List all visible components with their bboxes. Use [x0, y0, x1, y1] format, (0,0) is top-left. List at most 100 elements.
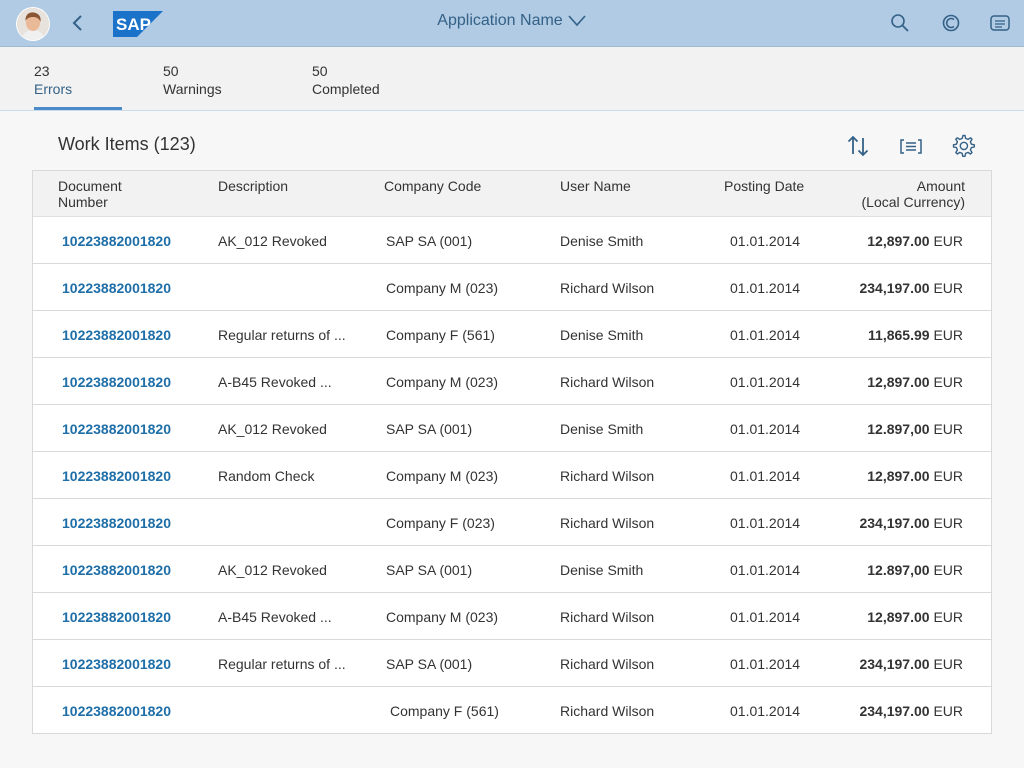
document-number-link[interactable]: 10223882001820	[62, 233, 171, 249]
company-code-cell: Company F (023)	[386, 515, 495, 531]
group-button[interactable]	[898, 133, 924, 159]
currency-label: EUR	[933, 656, 963, 672]
amount-cell: 234,197.00 EUR	[859, 515, 963, 531]
amount-value: 234,197.00	[859, 515, 930, 531]
header-text: Document	[58, 178, 122, 194]
column-header-company-code[interactable]: Company Code	[384, 178, 481, 194]
copilot-icon	[942, 14, 960, 32]
amount-cell: 12.897,00 EUR	[867, 562, 963, 578]
amount-value: 12.897,00	[867, 421, 930, 437]
group-icon	[900, 139, 922, 154]
notifications-icon	[990, 15, 1010, 31]
currency-label: EUR	[933, 233, 963, 249]
column-header-description[interactable]: Description	[218, 178, 288, 194]
description-cell: Regular returns of ...	[218, 327, 346, 343]
table-row[interactable]: 10223882001820 AK_012 Revoked SAP SA (001)…	[33, 546, 991, 593]
company-code-cell: SAP SA (001)	[386, 421, 473, 437]
document-number-link[interactable]: 10223882001820	[62, 374, 171, 390]
table-row[interactable]: 10223882001820 A-B45 Revoked ... Company M…	[33, 593, 991, 640]
document-number-link[interactable]: 10223882001820	[62, 327, 171, 343]
table-row[interactable]: 10223882001820 Random Check Company M (023…	[33, 452, 991, 499]
company-code-cell: Company F (561)	[386, 327, 495, 343]
chevron-down-icon	[568, 15, 586, 27]
tab-completed[interactable]: 50 Completed	[312, 62, 380, 98]
sort-button[interactable]	[845, 133, 871, 159]
tab-errors[interactable]: 23 Errors	[34, 62, 72, 98]
column-header-amount[interactable]: Amount (Local Currency)	[862, 178, 965, 210]
document-number-link[interactable]: 10223882001820	[62, 656, 171, 672]
table-row[interactable]: 10223882001820 Company F (561) Richard Wil…	[33, 687, 991, 733]
company-code-cell: SAP SA (001)	[386, 656, 473, 672]
currency-label: EUR	[933, 515, 963, 531]
tab-label: Warnings	[163, 81, 222, 97]
table-row[interactable]: 10223882001820 A-B45 Revoked ... Company M…	[33, 358, 991, 405]
search-icon	[891, 14, 909, 32]
settings-button[interactable]	[950, 133, 976, 159]
amount-cell: 11,865.99 EUR	[868, 327, 963, 343]
currency-label: EUR	[933, 421, 963, 437]
table-row[interactable]: 10223882001820 Company M (023) Richard Wil…	[33, 264, 991, 311]
amount-cell: 234,197.00 EUR	[859, 280, 963, 296]
user-name-cell: Richard Wilson	[560, 280, 655, 296]
active-tab-indicator	[34, 107, 122, 110]
notifications-button[interactable]	[990, 13, 1010, 33]
amount-cell: 12,897.00 EUR	[867, 468, 963, 484]
company-code-cell: Company M (023)	[386, 280, 499, 296]
column-header-posting-date[interactable]: Posting Date	[724, 178, 804, 194]
document-number-link[interactable]: 10223882001820	[62, 562, 171, 578]
header-text: Number	[58, 194, 108, 210]
document-number-link[interactable]: 10223882001820	[62, 280, 171, 296]
copilot-button[interactable]	[941, 13, 961, 33]
posting-date-cell: 01.01.2014	[730, 515, 801, 531]
user-name-cell: Richard Wilson	[560, 374, 655, 390]
tab-warnings[interactable]: 50 Warnings	[163, 62, 222, 98]
work-items-table: Document Number Description Company Code…	[32, 170, 992, 734]
currency-label: EUR	[933, 609, 963, 625]
amount-value: 12,897.00	[867, 374, 930, 390]
currency-label: EUR	[933, 280, 963, 296]
tab-label: Errors	[34, 81, 73, 97]
posting-date-cell: 01.01.2014	[730, 327, 801, 343]
user-name-cell: Denise Smith	[560, 421, 644, 437]
column-header-user-name[interactable]: User Name	[560, 178, 631, 194]
tab-label: Completed	[312, 81, 380, 97]
table-header: Document Number Description Company Code…	[33, 171, 991, 217]
column-header-document-number[interactable]: Document Number	[58, 178, 122, 210]
document-number-link[interactable]: 10223882001820	[62, 609, 171, 625]
user-name-cell: Denise Smith	[560, 327, 644, 343]
table-body: 10223882001820 AK_012 Revoked SAP SA (001)…	[33, 217, 991, 733]
table-row[interactable]: 10223882001820 Regular returns of ... SAP …	[33, 640, 991, 687]
table-row[interactable]: 10223882001820 AK_012 Revoked SAP SA (001)…	[33, 217, 991, 264]
description-cell: AK_012 Revoked	[218, 421, 327, 437]
posting-date-cell: 01.01.2014	[730, 656, 801, 672]
search-button[interactable]	[890, 13, 910, 33]
amount-value: 12,897.00	[867, 468, 930, 484]
user-name-cell: Richard Wilson	[560, 515, 655, 531]
table-title: Work Items (123)	[58, 134, 196, 154]
tab-count: 50	[312, 63, 328, 79]
document-number-link[interactable]: 10223882001820	[62, 703, 171, 719]
currency-label: EUR	[933, 562, 963, 578]
document-number-link[interactable]: 10223882001820	[62, 515, 171, 531]
posting-date-cell: 01.01.2014	[730, 280, 801, 296]
company-code-cell: SAP SA (001)	[386, 233, 473, 249]
document-number-link[interactable]: 10223882001820	[62, 421, 171, 437]
table-row[interactable]: 10223882001820 Company F (023) Richard Wil…	[33, 499, 991, 546]
company-code-cell: Company M (023)	[386, 468, 499, 484]
table-row[interactable]: 10223882001820 AK_012 Revoked SAP SA (001)…	[33, 405, 991, 452]
table-row[interactable]: 10223882001820 Regular returns of ... Comp…	[33, 311, 991, 358]
amount-cell: 12,897.00 EUR	[867, 233, 963, 249]
description-cell: AK_012 Revoked	[218, 562, 327, 578]
sort-icon	[847, 135, 869, 157]
document-number-link[interactable]: 10223882001820	[62, 468, 171, 484]
user-name-cell: Richard Wilson	[560, 703, 655, 719]
amount-value: 11,865.99	[868, 327, 930, 343]
amount-value: 234,197.00	[859, 656, 930, 672]
description-cell: Random Check	[218, 468, 315, 484]
app-title-menu[interactable]: Application Name	[437, 12, 586, 30]
app-title: Application Name	[437, 12, 563, 29]
icon-tab-bar: 23 Errors 50 Warnings 50 Completed	[0, 47, 1024, 111]
amount-cell: 12.897,00 EUR	[867, 421, 963, 437]
description-cell: AK_012 Revoked	[218, 233, 327, 249]
header-text: (Local Currency)	[861, 194, 965, 210]
